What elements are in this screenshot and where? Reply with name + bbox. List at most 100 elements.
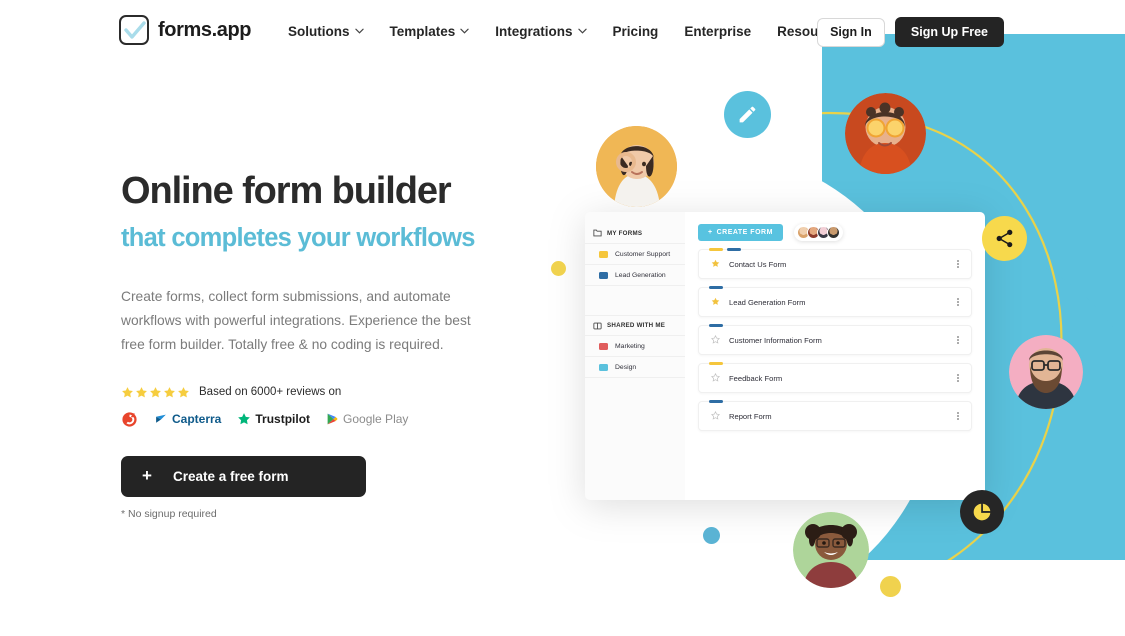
reviews-count-text: Based on 6000+ reviews on xyxy=(199,386,342,399)
row-tag xyxy=(709,399,723,403)
sign-in-button[interactable]: Sign In xyxy=(816,17,885,47)
sidebar-item-marketing[interactable]: Marketing xyxy=(585,335,685,356)
sidebar-item-design[interactable]: Design xyxy=(585,356,685,377)
form-name: Feedback Form xyxy=(729,373,783,383)
app-toolbar: + CREATE FORM xyxy=(698,224,972,241)
sidebar-heading-my-forms-label: MY FORMS xyxy=(607,229,643,237)
table-row[interactable]: Lead Generation Form xyxy=(698,285,972,317)
logo-text: forms.app xyxy=(158,18,252,41)
pencil-icon xyxy=(739,106,756,123)
auth-actions: Sign In Sign Up Free xyxy=(816,17,1004,47)
share-icon xyxy=(996,229,1013,248)
site-header: forms.app Solutions Templates Integratio… xyxy=(0,0,1125,62)
yellow-accent-dot-bottom xyxy=(880,576,901,597)
nav-item-integrations[interactable]: Integrations xyxy=(495,23,587,39)
star-icon xyxy=(136,386,147,397)
photo-woman-peeking xyxy=(596,126,677,207)
pencil-badge[interactable] xyxy=(724,91,771,138)
landing-page: MY FORMS Customer Support Lead Generatio… xyxy=(0,0,1125,636)
photo-bearded-man xyxy=(1009,335,1083,409)
trustpilot-star-icon xyxy=(238,413,251,425)
sidebar-item-lead-generation[interactable]: Lead Generation xyxy=(585,264,685,285)
folder-color-swatch xyxy=(599,363,608,371)
sidebar-heading-shared-label: SHARED WITH ME xyxy=(607,322,666,329)
photo-child-oranges xyxy=(845,93,926,174)
logo[interactable]: forms.app xyxy=(119,15,251,45)
page-title: Online form builder xyxy=(121,170,452,212)
platform-g2[interactable] xyxy=(121,411,138,428)
nav-item-pricing[interactable]: Pricing xyxy=(613,24,659,39)
nav-label: Templates xyxy=(389,23,456,39)
star-icon xyxy=(150,386,161,397)
star-icon-outline[interactable] xyxy=(710,369,721,387)
row-tag xyxy=(709,285,723,289)
plus-icon: + xyxy=(708,229,713,236)
create-form-button[interactable]: + CREATE FORM xyxy=(698,224,783,241)
app-main-panel: + CREATE FORM Contact Us Form Lead Gener… xyxy=(685,212,985,500)
reviews-block: Based on 6000+ reviews on Capterra Trust… xyxy=(121,386,541,428)
table-row[interactable]: Feedback Form xyxy=(698,361,972,393)
create-free-form-button[interactable]: + Create a free form xyxy=(121,455,366,497)
row-tag xyxy=(709,247,723,251)
platform-label: Google Play xyxy=(343,412,409,427)
folder-color-swatch xyxy=(599,271,608,279)
chart-badge[interactable] xyxy=(960,490,1004,534)
platform-capterra[interactable]: Capterra xyxy=(154,412,221,426)
sidebar-bottom-divider xyxy=(585,377,685,395)
star-icon-filled[interactable] xyxy=(711,255,720,273)
blue-accent-dot xyxy=(703,527,720,544)
star-rating xyxy=(121,386,190,399)
share-badge[interactable] xyxy=(982,216,1027,261)
sidebar-heading-shared: SHARED WITH ME xyxy=(585,315,685,335)
chevron-down-icon xyxy=(354,28,364,34)
star-icon-filled[interactable] xyxy=(711,293,720,311)
row-menu-icon[interactable] xyxy=(957,297,959,307)
sidebar-item-customer-support[interactable]: Customer Support xyxy=(585,243,685,264)
forms-app-check-square-icon xyxy=(119,15,149,45)
platform-label: Trustpilot xyxy=(255,412,311,427)
chevron-down-icon xyxy=(577,28,587,34)
app-sidebar: MY FORMS Customer Support Lead Generatio… xyxy=(585,212,685,500)
platform-google-play[interactable]: Google Play xyxy=(326,412,408,426)
collaborator-avatars[interactable] xyxy=(793,224,843,241)
nav-item-solutions[interactable]: Solutions xyxy=(288,24,364,39)
app-mockup: MY FORMS Customer Support Lead Generatio… xyxy=(585,212,985,500)
row-menu-icon[interactable] xyxy=(957,259,959,269)
folder-color-swatch xyxy=(599,250,608,258)
hero-section: Online form builder that completes your … xyxy=(121,170,541,520)
nav-label: Solutions xyxy=(288,23,350,39)
form-name: Contact Us Form xyxy=(729,259,787,269)
star-icon xyxy=(164,386,175,397)
table-row[interactable]: Report Form xyxy=(698,399,972,431)
no-signup-note: * No signup required xyxy=(121,507,217,520)
sidebar-heading-my-forms: MY FORMS xyxy=(585,223,685,243)
nav-label: Integrations xyxy=(495,23,573,39)
star-icon xyxy=(122,386,133,397)
sidebar-item-label: Marketing xyxy=(615,342,645,350)
shared-folder-icon xyxy=(593,322,602,329)
row-menu-icon[interactable] xyxy=(957,335,959,345)
photo-smiling-woman xyxy=(793,512,869,588)
chevron-down-icon xyxy=(460,28,469,34)
table-row[interactable]: Contact Us Form xyxy=(698,247,972,279)
sign-up-button[interactable]: Sign Up Free xyxy=(894,17,1004,47)
star-icon-outline[interactable] xyxy=(710,407,721,425)
g2-icon xyxy=(122,411,137,427)
row-menu-icon[interactable] xyxy=(957,411,959,421)
nav-item-templates[interactable]: Templates xyxy=(390,24,470,39)
create-form-label: CREATE FORM xyxy=(716,229,773,236)
form-name: Report Form xyxy=(729,411,772,421)
cta-label: Create a free form xyxy=(173,468,289,484)
form-name: Lead Generation Form xyxy=(729,297,806,307)
sidebar-item-label: Lead Generation xyxy=(615,271,666,279)
platform-trustpilot[interactable]: Trustpilot xyxy=(237,412,310,426)
nav-item-enterprise[interactable]: Enterprise xyxy=(684,24,751,39)
star-icon-outline[interactable] xyxy=(710,331,721,349)
row-tag xyxy=(709,361,723,365)
table-row[interactable]: Customer Information Form xyxy=(698,323,972,355)
row-menu-icon[interactable] xyxy=(957,373,959,383)
yellow-accent-dot-left xyxy=(551,261,566,276)
row-tag xyxy=(727,247,741,251)
plus-icon: + xyxy=(142,466,152,486)
sidebar-item-label: Customer Support xyxy=(615,250,671,258)
